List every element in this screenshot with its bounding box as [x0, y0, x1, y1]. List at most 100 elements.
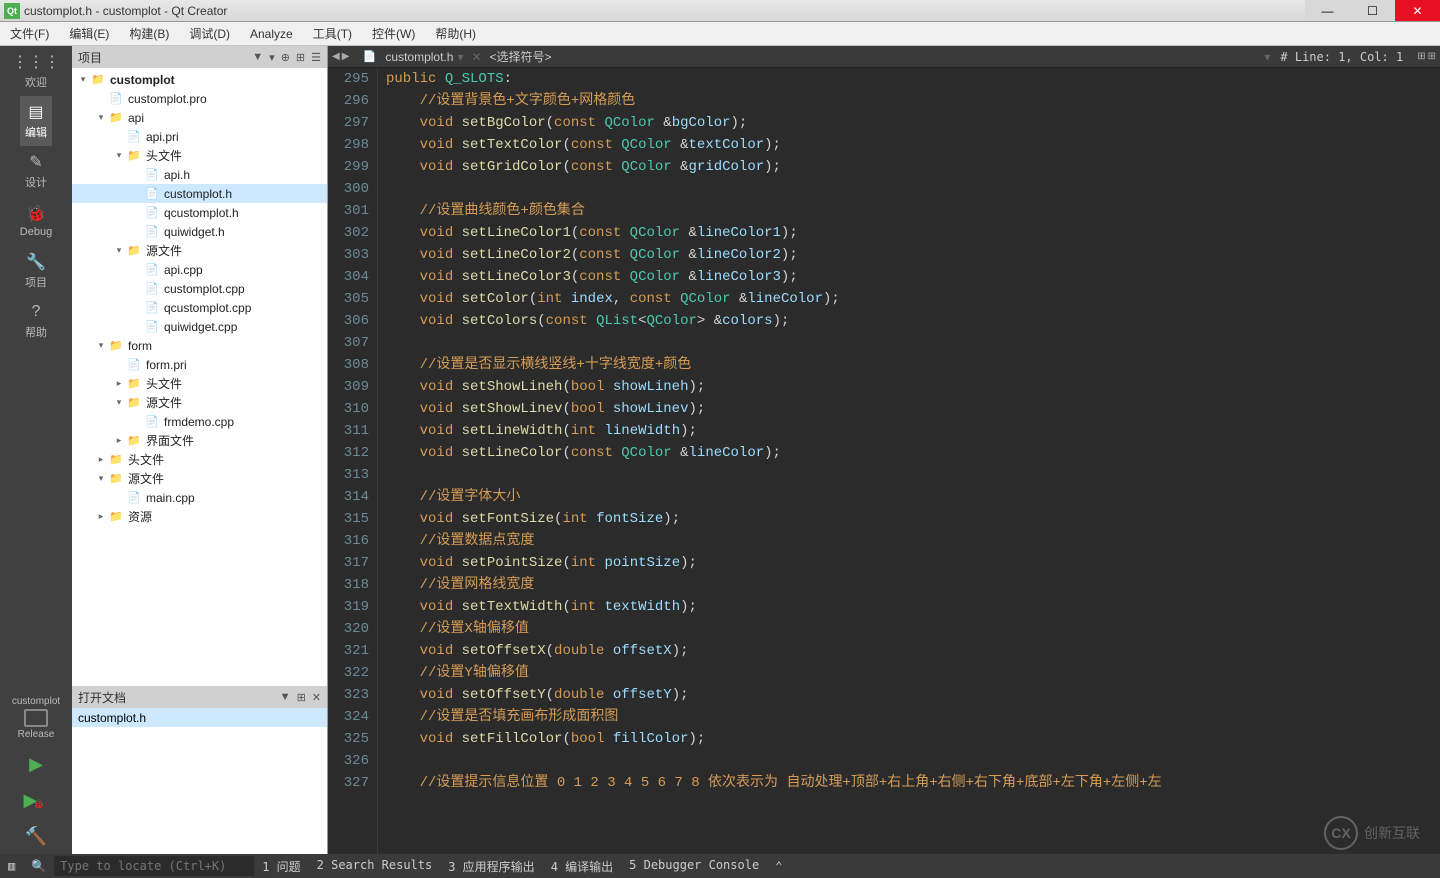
- menu-item[interactable]: 帮助(H): [425, 22, 486, 45]
- tree-item[interactable]: 📄quiwidget.h: [72, 222, 327, 241]
- tree-item[interactable]: 📄api.cpp: [72, 260, 327, 279]
- file-cpp-icon: 📄: [144, 414, 160, 430]
- panel-header-icon[interactable]: ▼: [252, 51, 263, 64]
- output-pane-tab[interactable]: 2 Search Results: [309, 858, 441, 872]
- file-tab[interactable]: 📄 customplot.h ▾: [353, 46, 471, 67]
- folder-icon: 📁: [126, 395, 142, 411]
- menu-item[interactable]: 工具(T): [303, 22, 362, 45]
- tree-item[interactable]: 📄customplot.pro: [72, 89, 327, 108]
- tree-item[interactable]: ▸📁头文件: [72, 374, 327, 393]
- separator: ✕: [471, 50, 481, 64]
- mode-icon: ✎: [26, 152, 46, 172]
- tree-item[interactable]: ▾📁api: [72, 108, 327, 127]
- mode-设计[interactable]: ✎设计: [20, 146, 52, 196]
- monitor-icon: [24, 709, 48, 727]
- panel-header-icon[interactable]: ⊞: [297, 691, 306, 704]
- tree-item[interactable]: 📄quiwidget.cpp: [72, 317, 327, 336]
- build-button[interactable]: 🔨: [23, 818, 48, 854]
- tree-item[interactable]: ▾📁源文件: [72, 241, 327, 260]
- mode-项目[interactable]: 🔧项目: [20, 246, 52, 296]
- open-documents-panel: 打开文档 ▼ ⊞ ✕ customplot.h: [72, 686, 327, 854]
- panel-header-icon[interactable]: ⊕: [281, 51, 290, 64]
- window-controls: — ☐ ✕: [1305, 0, 1440, 21]
- file-h-icon: 📄: [144, 205, 160, 221]
- menu-item[interactable]: 编辑(E): [59, 22, 119, 45]
- open-doc-item[interactable]: customplot.h: [72, 708, 327, 727]
- mode-欢迎[interactable]: ⋮⋮⋮欢迎: [20, 46, 52, 96]
- open-documents-list[interactable]: customplot.h: [72, 708, 327, 854]
- tree-item[interactable]: ▾📁头文件: [72, 146, 327, 165]
- split-horizontal-icon[interactable]: ⊞: [1417, 51, 1425, 62]
- symbol-selector[interactable]: <选择符号>: [482, 48, 560, 65]
- panel-header-icon[interactable]: ✕: [312, 691, 321, 704]
- mode-帮助[interactable]: ?帮助: [20, 296, 52, 346]
- mode-icon: ▤: [26, 102, 46, 122]
- maximize-button[interactable]: ☐: [1350, 0, 1395, 21]
- tree-item[interactable]: ▾📁customplot: [72, 70, 327, 89]
- output-pane-tab[interactable]: 4 编译输出: [543, 858, 621, 875]
- file-pro-icon: 📄: [126, 129, 142, 145]
- tree-item[interactable]: 📄main.cpp: [72, 488, 327, 507]
- mode-Debug[interactable]: 🐞Debug: [20, 196, 52, 246]
- output-pane-tab[interactable]: 3 应用程序输出: [440, 858, 542, 875]
- tree-item[interactable]: 📄frmdemo.cpp: [72, 412, 327, 431]
- mode-编辑[interactable]: ▤编辑: [20, 96, 52, 146]
- file-cpp-icon: 📄: [144, 281, 160, 297]
- mode-icon: ?: [26, 302, 46, 322]
- menu-item[interactable]: 文件(F): [0, 22, 59, 45]
- panel-header-icon[interactable]: ⊞: [296, 51, 305, 64]
- minimize-button[interactable]: —: [1305, 0, 1350, 21]
- code-content[interactable]: public Q_SLOTS: //设置背景色+文字颜色+网格颜色 void s…: [378, 68, 1440, 854]
- tree-item[interactable]: ▾📁源文件: [72, 393, 327, 412]
- tree-item[interactable]: ▾📁form: [72, 336, 327, 355]
- run-button[interactable]: ▶: [23, 746, 48, 782]
- debug-run-button[interactable]: ▶🐞: [23, 782, 48, 818]
- file-cpp-icon: 📄: [126, 490, 142, 506]
- folder-icon: 📁: [126, 148, 142, 164]
- folder-icon: 📁: [126, 376, 142, 392]
- folder-icon: 📁: [108, 452, 124, 468]
- line-column-indicator[interactable]: # Line: 1, Col: 1: [1270, 50, 1413, 64]
- panel-header-icon[interactable]: ☰: [311, 51, 321, 64]
- open-documents-title: 打开文档: [78, 689, 126, 706]
- menu-item[interactable]: 构建(B): [119, 22, 179, 45]
- panel-header-icon[interactable]: ▼: [280, 691, 291, 704]
- tree-item[interactable]: ▸📁资源: [72, 507, 327, 526]
- tree-item[interactable]: 📄qcustomplot.cpp: [72, 298, 327, 317]
- nav-forward-icon[interactable]: ▶: [342, 51, 350, 62]
- code-editor[interactable]: 2952962972982993003013023033043053063073…: [328, 68, 1440, 854]
- mode-icon: ⋮⋮⋮: [26, 52, 46, 72]
- tree-item[interactable]: ▾📁源文件: [72, 469, 327, 488]
- nav-back-icon[interactable]: ◀: [332, 51, 340, 62]
- tree-item[interactable]: 📄qcustomplot.h: [72, 203, 327, 222]
- folder-icon: 📁: [126, 243, 142, 259]
- project-tree[interactable]: ▾📁customplot📄customplot.pro▾📁api📄api.pri…: [72, 68, 327, 686]
- close-button[interactable]: ✕: [1395, 0, 1440, 21]
- output-pane-tab[interactable]: 1 问题: [254, 858, 308, 875]
- side-panel: 项目 ▼ ▾ ⊕ ⊞ ☰ ▾📁customplot📄customplot.pro▾📁ap…: [72, 46, 328, 854]
- panel-header-icon[interactable]: ▾: [269, 51, 275, 64]
- toggle-sidebar-icon[interactable]: ▥: [0, 854, 23, 878]
- file-h-icon: 📄: [144, 224, 160, 240]
- tree-item[interactable]: 📄form.pri: [72, 355, 327, 374]
- tree-item[interactable]: 📄customplot.cpp: [72, 279, 327, 298]
- expand-output-icon[interactable]: ⌃: [767, 854, 790, 878]
- projects-title: 项目: [78, 49, 102, 66]
- tree-item[interactable]: ▸📁头文件: [72, 450, 327, 469]
- tree-item[interactable]: 📄api.h: [72, 165, 327, 184]
- file-cpp-icon: 📄: [144, 319, 160, 335]
- kit-build: Release: [18, 729, 55, 740]
- folder-icon: 📁: [108, 471, 124, 487]
- menu-item[interactable]: 控件(W): [362, 22, 425, 45]
- tree-item[interactable]: ▸📁界面文件: [72, 431, 327, 450]
- locator-input[interactable]: [54, 856, 254, 876]
- kit-selector[interactable]: customplot Release: [0, 690, 72, 746]
- menu-item[interactable]: 调试(D): [179, 22, 240, 45]
- tree-item[interactable]: 📄api.pri: [72, 127, 327, 146]
- menu-item[interactable]: Analyze: [240, 22, 303, 45]
- output-pane-tab[interactable]: 5 Debugger Console: [621, 858, 767, 872]
- file-pro-icon: 📄: [108, 91, 124, 107]
- tree-item[interactable]: 📄customplot.h: [72, 184, 327, 203]
- split-vertical-icon[interactable]: ⊞: [1428, 51, 1436, 62]
- mode-icon: 🔧: [26, 252, 46, 272]
